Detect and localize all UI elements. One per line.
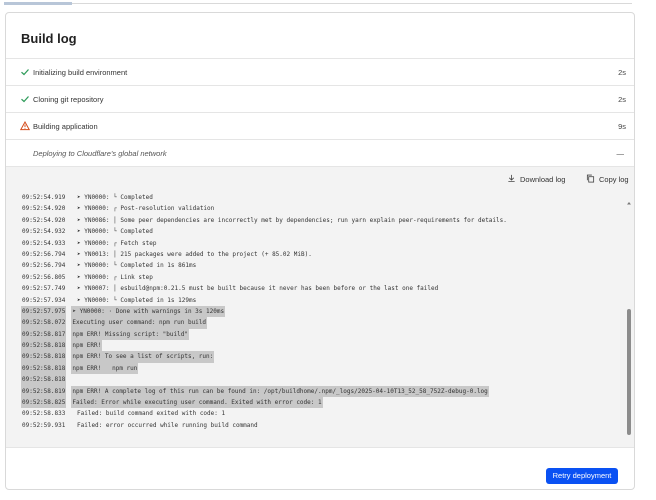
log-message: Executing user command: npm run build bbox=[71, 317, 208, 329]
log-timestamp: 09:52:56.805 bbox=[22, 273, 66, 281]
retry-deployment-button[interactable]: Retry deployment bbox=[546, 468, 618, 484]
log-lines: 09:52:54.919 ➤ YN0000: └ Completed 09:52:5… bbox=[21, 192, 621, 431]
log-line: 09:52:57.934 ➤ YN0000: └ Completed in 1s … bbox=[21, 295, 621, 306]
log-timestamp: 09:52:58.819 bbox=[21, 385, 67, 398]
step-building[interactable]: Building application 9s bbox=[6, 112, 634, 139]
log-line: 09:52:58.818 npm ERR! To see a list of sc… bbox=[21, 351, 621, 363]
log-line: 09:52:58.818 npm ERR! bbox=[21, 340, 621, 352]
log-line: 09:52:58.825 Failed: Error while executin… bbox=[21, 397, 621, 409]
log-message: ➤ YN0000: └ Completed bbox=[77, 228, 153, 236]
log-timestamp: 09:52:56.794 bbox=[22, 262, 66, 270]
log-scrollbar[interactable] bbox=[626, 192, 632, 447]
log-timestamp: 09:52:59.931 bbox=[22, 421, 66, 429]
step-duration: 2s bbox=[618, 95, 626, 104]
log-line: 09:52:54.920 ➤ YN0000: ┌ Post-resolution … bbox=[21, 203, 621, 214]
card-title: Build log bbox=[21, 31, 77, 46]
build-log-card: Build log Initializing build environment… bbox=[5, 12, 635, 490]
log-timestamp: 09:52:58.817 bbox=[21, 328, 67, 341]
log-timestamp: 09:52:58.818 bbox=[21, 362, 67, 375]
log-timestamp: 09:52:54.932 bbox=[22, 228, 66, 236]
log-timestamp: 09:52:54.920 bbox=[22, 216, 66, 224]
log-message: ➤ YN0086: │ Some peer dependencies are i… bbox=[77, 216, 507, 224]
log-line: 09:52:56.805 ➤ YN0000: ┌ Link step bbox=[21, 272, 621, 283]
log-timestamp: 09:52:58.818 bbox=[21, 351, 67, 363]
log-line: 09:52:54.933 ➤ YN0000: ┌ Fetch step bbox=[21, 238, 621, 249]
download-icon bbox=[507, 174, 516, 185]
log-line: 09:52:54.919 ➤ YN0000: └ Completed bbox=[21, 192, 621, 203]
log-message: ➤ YN0000: · Done with warnings in 3s 120… bbox=[71, 305, 226, 318]
step-duration: — bbox=[616, 149, 625, 158]
step-cloning[interactable]: Cloning git repository 2s bbox=[6, 85, 634, 112]
log-message: npm ERR! bbox=[71, 340, 103, 352]
log-timestamp: 09:52:57.975 bbox=[21, 305, 67, 318]
check-icon bbox=[20, 67, 30, 77]
copy-icon bbox=[586, 174, 595, 185]
log-line: 09:52:58.072 Executing user command: npm … bbox=[21, 317, 621, 329]
log-message: ➤ YN0000: ┌ Fetch step bbox=[77, 239, 157, 247]
log-message: npm ERR! npm run bbox=[71, 362, 139, 375]
log-message: Failed: build command exited with code: … bbox=[77, 410, 226, 418]
log-message: ➤ YN0013: │ 215 packages were added to t… bbox=[77, 250, 312, 258]
log-timestamp: 09:52:54.920 bbox=[22, 205, 66, 213]
log-line: 09:52:58.818 bbox=[21, 374, 621, 386]
log-line: 09:52:54.932 ➤ YN0000: └ Completed bbox=[21, 226, 621, 237]
log-message: ➤ YN0000: ┌ Post-resolution validation bbox=[77, 205, 215, 213]
copy-log-button[interactable]: Copy log bbox=[586, 174, 629, 185]
log-timestamp: 09:52:58.818 bbox=[21, 374, 67, 386]
build-steps: Initializing build environment 2s Clonin… bbox=[6, 58, 634, 166]
log-timestamp: 09:52:58.825 bbox=[21, 397, 67, 409]
log-timestamp: 09:52:58.833 bbox=[22, 410, 66, 418]
warning-triangle-icon bbox=[19, 120, 31, 131]
log-line: 09:52:58.833 Failed: build command exited… bbox=[21, 408, 621, 419]
log-timestamp: 09:52:56.794 bbox=[22, 250, 66, 258]
log-message: ➤ YN0000: └ Completed bbox=[77, 194, 153, 201]
log-message: ➤ YN0000: └ Completed in 1s 861ms bbox=[77, 262, 197, 270]
log-line: 09:52:57.975 ➤ YN0000: · Done with warnin… bbox=[21, 305, 621, 318]
step-initializing[interactable]: Initializing build environment 2s bbox=[6, 58, 634, 85]
scroll-down-arrow-icon[interactable] bbox=[626, 440, 632, 446]
step-deploying[interactable]: Deploying to Cloudflare's global network… bbox=[6, 139, 634, 166]
log-line: 09:52:58.819 npm ERR! A complete log of t… bbox=[21, 385, 621, 398]
log-line: 09:52:56.794 ➤ YN0013: │ 215 packages wer… bbox=[21, 249, 621, 260]
log-message: Failed: error occurred while running bui… bbox=[77, 421, 258, 429]
log-timestamp: 09:52:58.072 bbox=[21, 317, 67, 329]
log-message: ➤ YN0007: │ esbuild@npm:0.21.5 must be b… bbox=[77, 285, 439, 293]
log-message: npm ERR! Missing script: "build" bbox=[71, 328, 189, 341]
log-timestamp: 09:52:54.933 bbox=[22, 239, 66, 247]
step-label: Cloning git repository bbox=[33, 95, 104, 104]
log-line: 09:52:54.920 ➤ YN0086: │ Some peer depend… bbox=[21, 215, 621, 226]
tab-divider bbox=[72, 3, 632, 4]
log-line: 09:52:58.817 npm ERR! Missing script: "bu… bbox=[21, 328, 621, 341]
log-message: npm ERR! A complete log of this run can … bbox=[71, 385, 489, 398]
log-timestamp: 09:52:58.818 bbox=[21, 340, 67, 352]
card-footer: Retry deployment bbox=[6, 447, 634, 489]
top-tab-rule bbox=[0, 0, 656, 5]
download-log-label: Download log bbox=[520, 175, 566, 184]
log-line: 09:52:59.931 Failed: error occurred while… bbox=[21, 420, 621, 431]
step-label: Building application bbox=[33, 122, 98, 131]
log-output[interactable]: 09:52:54.919 ➤ YN0000: └ Completed 09:52:5… bbox=[6, 192, 634, 447]
active-tab-indicator bbox=[4, 2, 72, 5]
download-log-button[interactable]: Download log bbox=[507, 174, 565, 185]
copy-log-label: Copy log bbox=[599, 175, 629, 184]
log-message: npm ERR! To see a list of scripts, run: bbox=[71, 351, 215, 363]
log-line: 09:52:56.794 ➤ YN0000: └ Completed in 1s … bbox=[21, 260, 621, 271]
log-timestamp: 09:52:57.934 bbox=[22, 296, 66, 304]
log-toolbar: Download log Copy log bbox=[6, 166, 634, 192]
log-line: 09:52:57.749 ➤ YN0007: │ esbuild@npm:0.21… bbox=[21, 283, 621, 294]
log-message: ➤ YN0000: └ Completed in 1s 129ms bbox=[77, 296, 197, 304]
log-message: Failed: Error while executing user comma… bbox=[71, 397, 323, 409]
log-timestamp: 09:52:54.919 bbox=[22, 194, 66, 201]
log-message: ➤ YN0000: ┌ Link step bbox=[77, 273, 153, 281]
log-line: 09:52:58.818 npm ERR! npm run bbox=[21, 362, 621, 375]
log-timestamp: 09:52:57.749 bbox=[22, 285, 66, 293]
step-label: Initializing build environment bbox=[33, 68, 128, 77]
step-label: Deploying to Cloudflare's global network bbox=[33, 149, 167, 158]
scroll-up-arrow-icon[interactable] bbox=[626, 193, 632, 205]
step-duration: 9s bbox=[618, 122, 626, 131]
scroll-thumb[interactable] bbox=[627, 309, 631, 435]
check-icon bbox=[20, 94, 30, 104]
step-duration: 2s bbox=[618, 68, 626, 77]
